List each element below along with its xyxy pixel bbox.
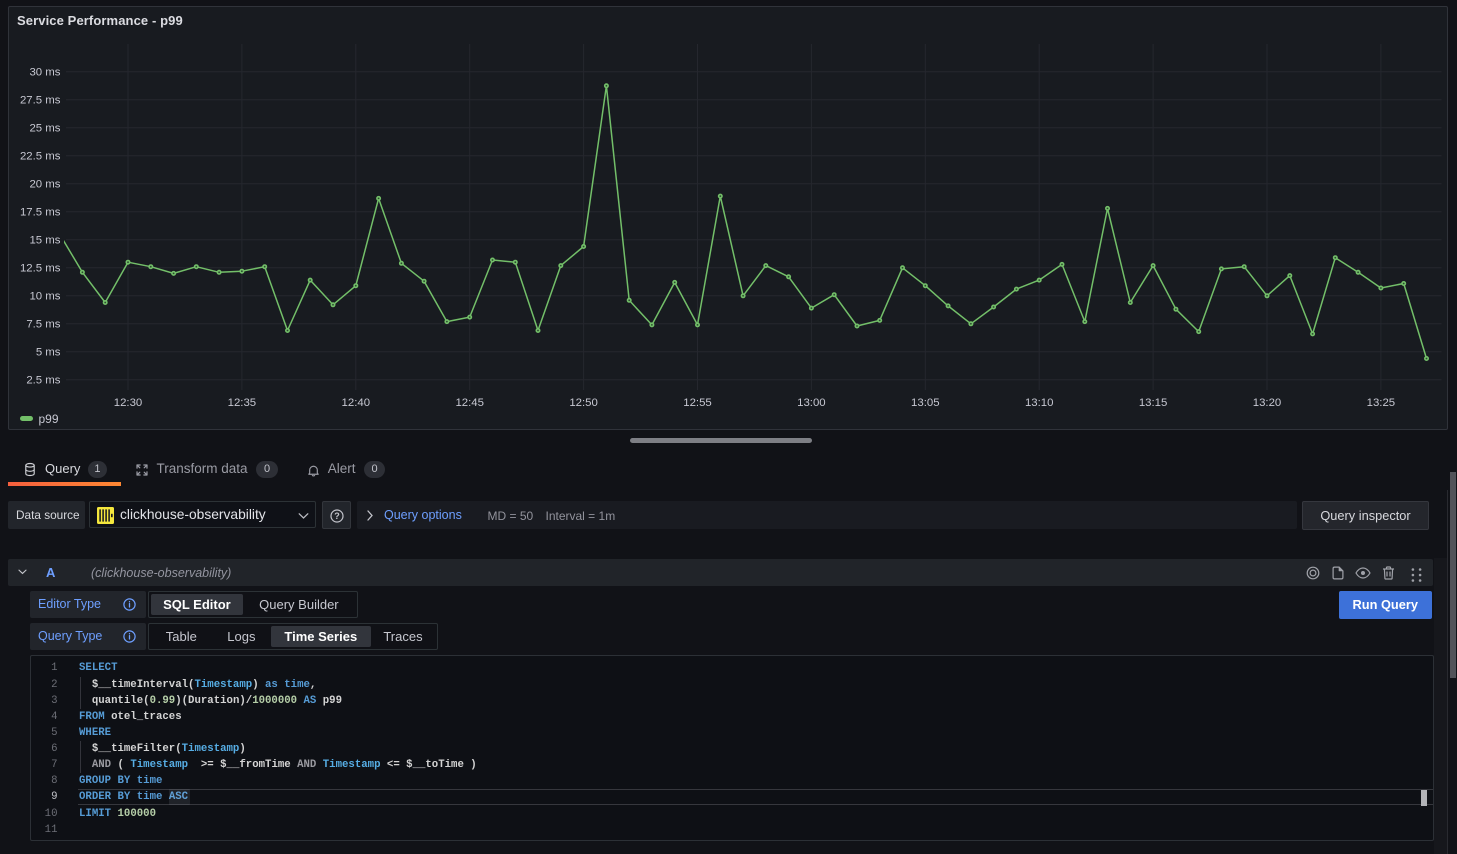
svg-text:27.5 ms: 27.5 ms [20,95,61,107]
svg-text:2.5 ms: 2.5 ms [26,375,60,387]
svg-text:12:45: 12:45 [455,397,484,409]
svg-text:17.5 ms: 17.5 ms [20,207,61,219]
svg-text:13:10: 13:10 [1025,397,1054,409]
svg-text:7.5 ms: 7.5 ms [26,319,60,331]
svg-text:12:50: 12:50 [569,397,598,409]
svg-text:12.5 ms: 12.5 ms [20,263,61,275]
svg-text:12:30: 12:30 [114,397,143,409]
svg-text:10 ms: 10 ms [29,291,60,303]
svg-text:22.5 ms: 22.5 ms [20,151,61,163]
svg-text:?: ? [334,511,340,521]
svg-text:13:15: 13:15 [1139,397,1168,409]
svg-text:13:05: 13:05 [911,397,940,409]
svg-text:5 ms: 5 ms [36,347,61,359]
svg-text:25 ms: 25 ms [29,123,60,135]
svg-text:13:25: 13:25 [1367,397,1396,409]
svg-text:12:40: 12:40 [342,397,371,409]
svg-text:15 ms: 15 ms [29,235,60,247]
svg-text:12:35: 12:35 [228,397,257,409]
svg-text:13:20: 13:20 [1253,397,1282,409]
svg-text:13:00: 13:00 [797,397,826,409]
svg-text:30 ms: 30 ms [29,67,60,79]
svg-text:12:55: 12:55 [683,397,712,409]
svg-text:20 ms: 20 ms [29,179,60,191]
